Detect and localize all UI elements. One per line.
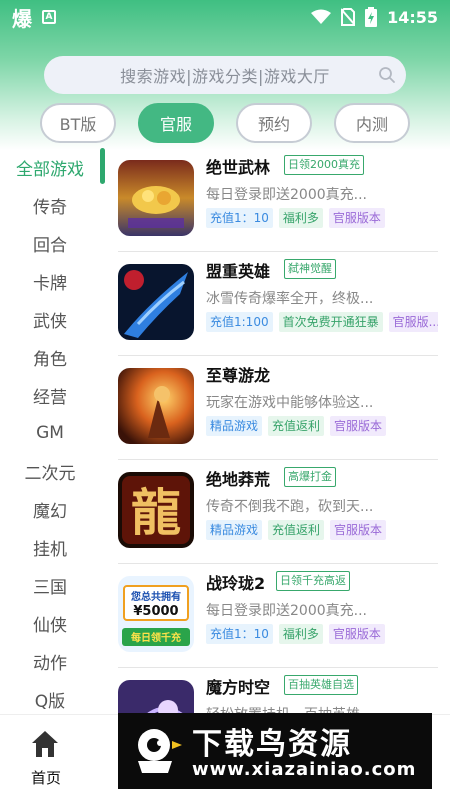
game-badge: 百抽英雄自选 [284, 675, 358, 695]
category-item[interactable]: 挂机 [0, 528, 100, 566]
category-item[interactable]: GM [0, 414, 100, 452]
tag: 充值返利 [268, 416, 325, 436]
category-item[interactable]: 经营 [0, 376, 100, 414]
battery-icon [365, 7, 378, 27]
nav-home-label[interactable]: 首页 [0, 767, 92, 788]
category-item[interactable]: Q版 [0, 680, 100, 718]
tab-bar: BT版 官服 预约 内测 [40, 103, 410, 143]
category-item[interactable]: 传奇 [0, 186, 100, 224]
game-name: 绝地莽荒 [206, 470, 271, 489]
game-name: 绝世武林 [206, 158, 271, 177]
status-bar: 爆 A 14:55 [0, 0, 450, 34]
game-tags: 精品游戏 充值返利 官服版本 [206, 416, 387, 438]
bird-logo-icon [128, 723, 184, 779]
tab-official[interactable]: 官服 [138, 103, 214, 143]
watermark-title: 下载鸟资源 [192, 727, 352, 762]
category-active-indicator [100, 148, 105, 184]
game-item[interactable]: 至尊游龙 玩家在游戏中能够体验这... 精品游戏 充值返利 官服版本 [118, 356, 438, 460]
game-tags: 充值1：10 福利多 官服版本 [206, 624, 385, 646]
tag: 官服版... [388, 312, 438, 332]
game-name: 盟重英雄 [206, 262, 271, 281]
game-tags: 充值1:100 首次免费开通狂暴 官服版... [206, 312, 438, 334]
game-name: 至尊游龙 [206, 366, 271, 385]
no-sim-icon [341, 8, 356, 26]
tag: 福利多 [278, 624, 323, 644]
game-tags: 精品游戏 充值返利 官服版本 [206, 520, 387, 542]
game-badge: 日领2000真充 [284, 155, 364, 175]
search-icon[interactable] [378, 66, 396, 84]
game-thumbnail[interactable] [118, 264, 194, 340]
game-description: 每日登录即送2000真充... [206, 187, 367, 203]
wifi-icon [311, 9, 332, 24]
home-icon[interactable] [30, 729, 60, 759]
game-thumbnail[interactable] [118, 368, 194, 444]
game-thumbnail[interactable]: 您总共拥有 ¥5000 每日领千充 [118, 576, 194, 652]
category-item[interactable]: 卡牌 [0, 262, 100, 300]
game-badge: 弑神觉醒 [284, 259, 336, 279]
game-item[interactable]: 您总共拥有 ¥5000 每日领千充 战玲珑2 日领千充高返 每日登录即送2000真充… [118, 564, 438, 668]
thumb-amount-text: ¥5000 [133, 604, 178, 619]
tag: 精品游戏 [206, 416, 263, 436]
category-item[interactable]: 三国 [0, 566, 100, 604]
thumb-money-text: 您总共拥有 [131, 590, 181, 603]
app-notification-icon: 爆 [12, 6, 32, 31]
tag: 官服版本 [330, 416, 387, 436]
a-notification-icon: A [42, 10, 56, 24]
game-description: 每日登录即送2000真充... [206, 603, 367, 619]
tag: 充值1：10 [206, 624, 273, 644]
game-list: 绝世武林 日领2000真充 每日登录即送2000真充... 充值1：10 福利多… [118, 148, 438, 718]
search-bar[interactable]: 搜索游戏|游戏分类|游戏大厅 [44, 56, 406, 94]
tag: 官服版本 [330, 520, 387, 540]
game-tags: 充值1：10 福利多 官服版本 [206, 208, 385, 230]
category-item[interactable]: 角色 [0, 338, 100, 376]
category-item[interactable]: 仙侠 [0, 604, 100, 642]
tab-reservation[interactable]: 预约 [236, 103, 312, 143]
game-description: 玩家在游戏中能够体验这... [206, 395, 374, 411]
game-description: 传奇不倒我不跑，砍到天... [206, 499, 374, 515]
category-sidebar: 全部游戏 传奇 回合 卡牌 武侠 角色 经营 GM 二次元 魔幻 挂机 三国 仙… [0, 148, 108, 714]
category-item[interactable]: 动作 [0, 642, 100, 680]
game-description: 冰雪传奇爆率全开，终极... [206, 291, 374, 307]
tab-bt[interactable]: BT版 [40, 103, 116, 143]
category-item[interactable]: 回合 [0, 224, 100, 262]
game-badge: 日领千充高返 [276, 571, 350, 591]
category-all[interactable]: 全部游戏 [0, 148, 100, 186]
thumb-daily-text: 每日领千充 [131, 631, 181, 644]
game-name: 魔方时空 [206, 678, 271, 697]
tag: 充值1:100 [206, 312, 273, 332]
tag: 官服版本 [328, 624, 385, 644]
search-placeholder: 搜索游戏|游戏分类|游戏大厅 [120, 67, 330, 86]
game-name: 战玲珑2 [206, 574, 266, 593]
tag: 福利多 [278, 208, 323, 228]
game-item[interactable]: 盟重英雄 弑神觉醒 冰雪传奇爆率全开，终极... 充值1:100 首次免费开通狂… [118, 252, 438, 356]
game-badge: 高爆打金 [284, 467, 336, 487]
tab-beta[interactable]: 内测 [334, 103, 410, 143]
category-item[interactable]: 二次元 [0, 452, 100, 490]
watermark-banner: 下载鸟资源 www.xiazainiao.com [118, 713, 432, 789]
watermark-url: www.xiazainiao.com [192, 759, 417, 780]
category-item[interactable]: 魔幻 [0, 490, 100, 528]
tag: 首次免费开通狂暴 [278, 312, 383, 332]
tag: 充值1：10 [206, 208, 273, 228]
dragon-glyph: 龍 [131, 483, 181, 542]
game-thumbnail[interactable]: 龍 [118, 472, 194, 548]
game-item[interactable]: 魔方时空 百抽英雄自选 轻松放置挂机，百抽英雄 [118, 668, 438, 718]
game-item[interactable]: 绝世武林 日领2000真充 每日登录即送2000真充... 充值1：10 福利多… [118, 148, 438, 252]
game-thumbnail[interactable] [118, 160, 194, 236]
tag: 精品游戏 [206, 520, 263, 540]
tag: 充值返利 [268, 520, 325, 540]
category-item[interactable]: 武侠 [0, 300, 100, 338]
game-item[interactable]: 龍 绝地莽荒 高爆打金 传奇不倒我不跑，砍到天... 精品游戏 充值返利 官服版… [118, 460, 438, 564]
clock: 14:55 [387, 7, 438, 27]
tag: 官服版本 [328, 208, 385, 228]
